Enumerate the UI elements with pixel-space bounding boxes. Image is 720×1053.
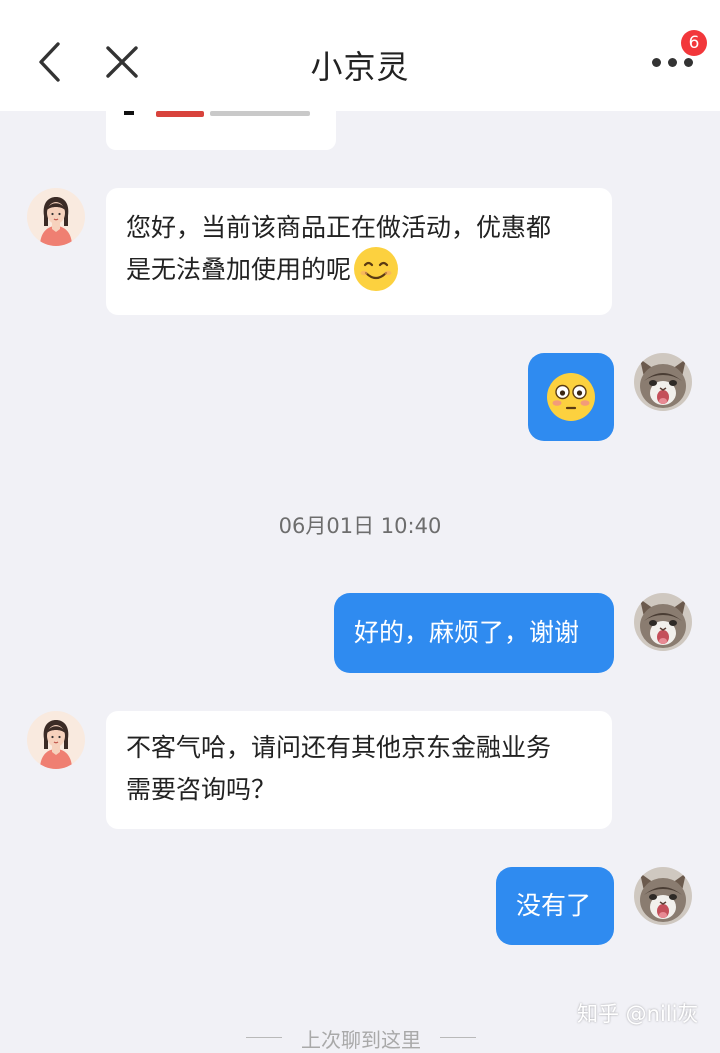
kitten-avatar-icon	[634, 353, 692, 411]
user-avatar[interactable]	[634, 593, 692, 651]
watermark: 知乎 @nili灰	[577, 1002, 699, 1026]
message-text-line2: 是无法叠加使用的呢	[126, 247, 592, 292]
product-card-text	[210, 111, 310, 116]
divider-line	[246, 1037, 282, 1038]
message-text: 没有了	[516, 891, 592, 920]
message-text: 是无法叠加使用的呢	[126, 255, 352, 284]
user-avatar[interactable]	[634, 867, 692, 925]
dot-icon	[684, 58, 693, 67]
flushed-face-icon	[547, 373, 595, 421]
outgoing-message[interactable]	[528, 353, 614, 441]
agent-avatar-icon	[27, 188, 85, 246]
message-text: 您好，当前该商品正在做活动，优惠都	[126, 213, 552, 242]
divider-text: 上次聊到这里	[301, 1028, 421, 1052]
product-card-price	[156, 111, 204, 117]
dot-icon	[668, 58, 677, 67]
page-title: 小京灵	[310, 48, 410, 86]
history-divider: 上次聊到这里	[246, 1024, 476, 1052]
kitten-avatar-icon	[634, 867, 692, 925]
agent-avatar[interactable]	[27, 711, 85, 769]
user-avatar[interactable]	[634, 353, 692, 411]
incoming-message[interactable]: 不客气哈，请问还有其他京东金融业务 需要咨询吗？	[106, 711, 612, 829]
agent-avatar[interactable]	[27, 188, 85, 246]
outgoing-message[interactable]: 没有了	[496, 867, 614, 945]
message-text: 需要咨询吗？	[126, 775, 277, 804]
message-text: 好的，麻烦了，谢谢	[354, 618, 580, 647]
divider-line	[440, 1037, 476, 1038]
outgoing-message[interactable]: 好的，麻烦了，谢谢	[334, 593, 614, 673]
agent-avatar-icon	[27, 711, 85, 769]
smiling-face-icon	[354, 247, 399, 291]
message-text: 不客气哈，请问还有其他京东金融业务	[126, 733, 552, 762]
chat-header: 小京灵 6	[0, 0, 720, 111]
notification-badge: 6	[681, 30, 707, 56]
incoming-message[interactable]: 您好，当前该商品正在做活动，优惠都 是无法叠加使用的呢	[106, 188, 612, 315]
message-timestamp: 06月01日 10:40	[278, 514, 442, 538]
dot-icon	[652, 58, 661, 67]
kitten-avatar-icon	[634, 593, 692, 651]
